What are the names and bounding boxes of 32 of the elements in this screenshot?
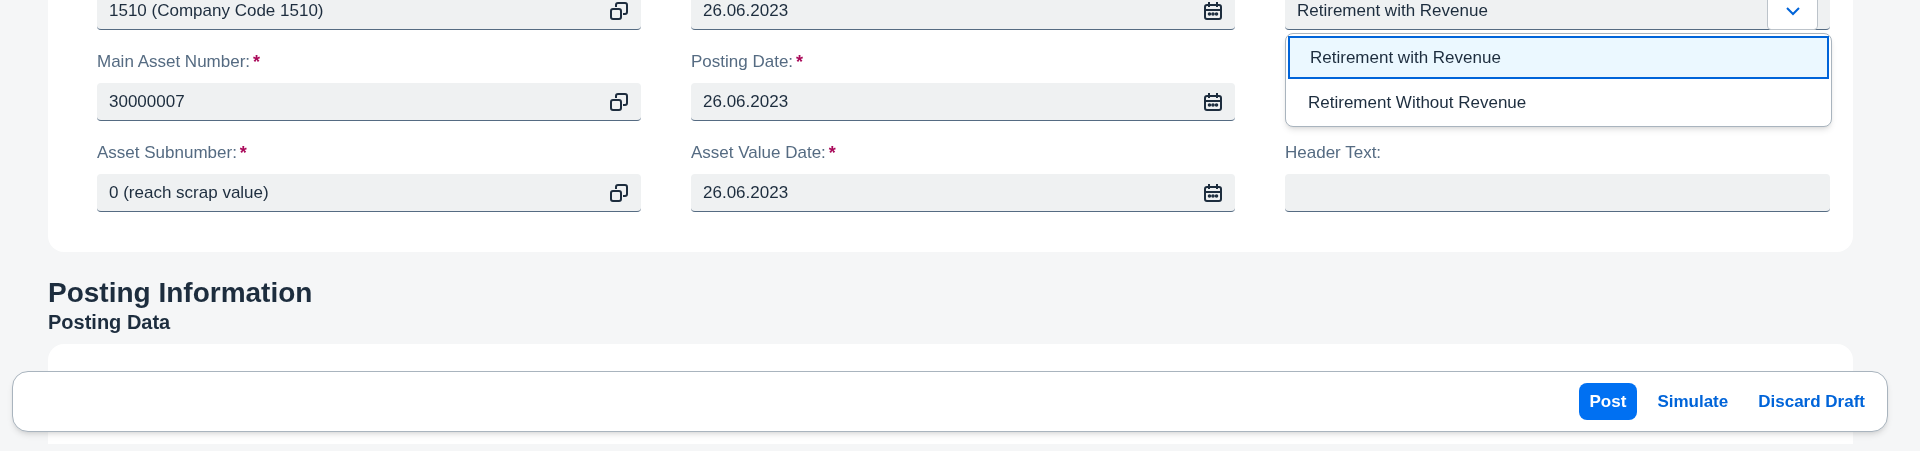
- section-title: Posting Information: [48, 276, 314, 310]
- input-field[interactable]: 26.06.2023: [691, 0, 1235, 30]
- value-help-icon[interactable]: [609, 91, 629, 112]
- dropdown-button[interactable]: [1767, 0, 1818, 30]
- action-button[interactable]: Post: [1578, 383, 1638, 420]
- required-mark: *: [253, 52, 261, 72]
- input-field[interactable]: 1510 (Company Code 1510): [97, 0, 641, 30]
- chevron-down-icon: [1785, 5, 1800, 16]
- input-field[interactable]: [1285, 174, 1830, 212]
- field-label: Main Asset Number:: [97, 52, 251, 72]
- calendar-icon[interactable]: [1203, 0, 1223, 21]
- action-button[interactable]: Discard Draft: [1748, 383, 1875, 420]
- calendar-icon[interactable]: [1203, 91, 1223, 112]
- required-mark: *: [796, 52, 804, 72]
- required-mark: *: [239, 143, 247, 163]
- action-button[interactable]: Simulate: [1647, 383, 1739, 420]
- field-label: Asset Subnumber:: [97, 143, 237, 163]
- subsection-title: Posting Data: [48, 310, 172, 334]
- input-field[interactable]: 26.06.2023: [691, 174, 1235, 212]
- value-help-icon[interactable]: [609, 0, 629, 21]
- value-help-icon[interactable]: [609, 182, 629, 203]
- input-field[interactable]: 26.06.2023: [691, 83, 1235, 121]
- input-field[interactable]: 30000007: [97, 83, 641, 121]
- dropdown-item[interactable]: Retirement with Revenue: [1288, 36, 1829, 79]
- dropdown-item[interactable]: Retirement Without Revenue: [1288, 81, 1829, 124]
- combo-box[interactable]: Retirement with Revenue: [1285, 0, 1830, 30]
- field-label: Header Text:: [1285, 143, 1382, 163]
- required-mark: *: [828, 143, 836, 163]
- field-label: Asset Value Date:: [691, 143, 826, 163]
- input-field[interactable]: 0 (reach scrap value): [97, 174, 641, 212]
- field-label: Posting Date:: [691, 52, 794, 72]
- calendar-icon[interactable]: [1203, 182, 1223, 203]
